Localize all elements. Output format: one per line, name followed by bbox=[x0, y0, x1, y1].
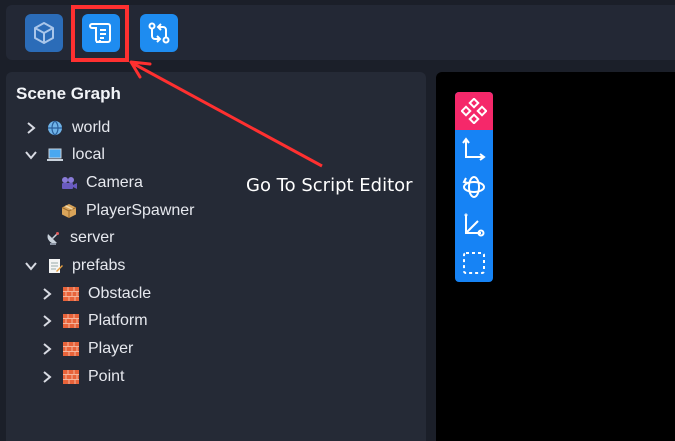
annotation-label: Go To Script Editor bbox=[246, 175, 413, 196]
annotation-arrow-icon bbox=[129, 60, 323, 168]
